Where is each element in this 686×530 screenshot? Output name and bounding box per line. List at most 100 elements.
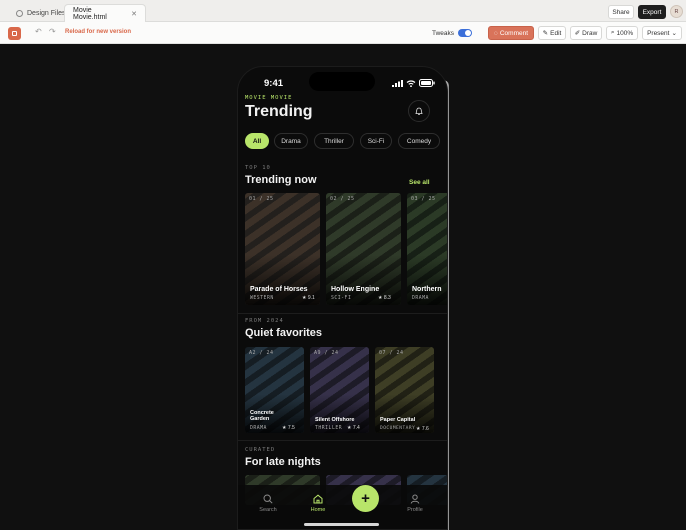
- card-title: Paper Capital: [380, 417, 416, 423]
- globe-icon: [16, 9, 23, 17]
- status-icons: [392, 79, 435, 87]
- section-divider: [238, 440, 447, 441]
- comment-button[interactable]: ◌ Comment: [488, 26, 534, 40]
- page-title: Trending: [245, 103, 313, 120]
- card-rank: 07 / 24: [379, 350, 404, 356]
- section-eyebrow: TOP 10: [245, 165, 271, 171]
- nav-label: Home: [310, 507, 326, 513]
- card-rank: 03 / 25: [411, 196, 436, 202]
- card-genre: THRILLER: [315, 426, 343, 431]
- search-icon: [263, 494, 273, 504]
- movie-card[interactable]: A9 / 24 Silent Offshore THRILLER ★ 7.4: [310, 347, 369, 433]
- card-rank: 01 / 25: [249, 196, 274, 202]
- card-title: Parade of Horses: [250, 286, 308, 293]
- chip-thriller[interactable]: Thriller: [314, 133, 354, 149]
- card-title: Concrete Garden: [250, 410, 274, 422]
- comment-icon: ◌: [493, 29, 498, 37]
- card-rating: ★ 9.1: [302, 295, 315, 301]
- notifications-button[interactable]: [408, 100, 430, 122]
- nav-home[interactable]: Home: [303, 494, 333, 513]
- section-title: Trending now: [245, 174, 317, 186]
- dynamic-island: [309, 72, 375, 91]
- phone-preview: 9:41 MOVIE MOVIE Trending All Drama Thri…: [237, 66, 448, 530]
- section-eyebrow: FROM 2024: [245, 318, 284, 324]
- nav-label: Profile: [407, 507, 423, 513]
- section-divider: [238, 313, 447, 314]
- card-rating: ★ 7.5: [282, 425, 295, 431]
- chip-scifi[interactable]: Sci-Fi: [360, 133, 392, 149]
- app-logo-button[interactable]: [8, 27, 21, 40]
- card-genre: DRAMA: [412, 296, 429, 301]
- zoom-button[interactable]: ⌕ 100%: [606, 26, 638, 40]
- chip-label: Thriller: [324, 137, 344, 145]
- card-genre: SCI-FI: [331, 296, 352, 301]
- chip-comedy[interactable]: Comedy: [398, 133, 440, 149]
- home-icon: [313, 494, 323, 504]
- card-genre: DOCUMENTARY: [380, 426, 416, 431]
- present-label: Present: [647, 29, 670, 37]
- logo-icon: [12, 31, 17, 36]
- battery-icon: [419, 79, 435, 87]
- chip-label: Drama: [281, 137, 301, 145]
- movie-card[interactable]: 01 / 25 Parade of Horses WESTERN ★ 9.1: [245, 193, 320, 305]
- draw-label: Draw: [582, 29, 598, 37]
- export-button[interactable]: Export: [638, 5, 666, 19]
- share-button[interactable]: Share: [608, 5, 634, 19]
- card-genre: DRAMA: [250, 426, 267, 431]
- bell-icon: [415, 107, 423, 115]
- zoom-icon: ⌕: [610, 29, 615, 36]
- tab-movie-movie[interactable]: Movie Movie.html ✕: [64, 4, 146, 22]
- undo-icon[interactable]: ↶: [35, 27, 42, 36]
- brand-label: MOVIE MOVIE: [245, 95, 293, 101]
- card-rating: ★ 7.6: [416, 426, 429, 432]
- browser-tab-bar: Design Files Movie Movie.html ✕: [0, 0, 686, 22]
- home-indicator: [304, 523, 379, 526]
- movie-card[interactable]: A2 / 24 Concrete Garden DRAMA ★ 7.5: [245, 347, 304, 433]
- zoom-label: 100%: [616, 29, 634, 37]
- card-rank: A9 / 24: [314, 350, 339, 356]
- see-all-link[interactable]: See all: [409, 179, 430, 186]
- section-eyebrow: CURATED: [245, 447, 276, 453]
- add-button[interactable]: +: [352, 485, 379, 512]
- share-label: Share: [612, 8, 630, 16]
- export-label: Export: [642, 8, 662, 16]
- card-title: Hollow Engine: [331, 286, 380, 293]
- card-genre: WESTERN: [250, 296, 274, 301]
- chip-drama[interactable]: Drama: [274, 133, 308, 149]
- draw-button[interactable]: ✐ Draw: [570, 26, 602, 40]
- edit-label: Edit: [550, 29, 562, 37]
- comment-label: Comment: [499, 29, 529, 37]
- redo-icon[interactable]: ↷: [49, 27, 56, 36]
- wifi-icon: [406, 79, 416, 87]
- nav-profile[interactable]: Profile: [400, 494, 430, 513]
- signal-icon: [392, 79, 403, 87]
- section-title: Quiet favorites: [245, 327, 323, 339]
- movie-card[interactable]: 07 / 24 Paper Capital DOCUMENTARY ★ 7.6: [375, 347, 434, 433]
- tweaks-toggle[interactable]: [458, 29, 472, 37]
- present-button[interactable]: Present ⌄: [642, 26, 682, 40]
- card-rating: ★ 7.4: [347, 425, 360, 431]
- card-rank: 02 / 25: [330, 196, 355, 202]
- movie-card[interactable]: 02 / 25 Hollow Engine SCI-FI ★ 8.3: [326, 193, 401, 305]
- chip-label: Comedy: [406, 137, 432, 145]
- chip-label: All: [252, 137, 262, 145]
- status-time: 9:41: [264, 78, 284, 89]
- user-avatar[interactable]: R: [670, 5, 683, 18]
- tweaks-label: Tweaks: [432, 30, 455, 37]
- chip-label: Sci-Fi: [367, 137, 385, 145]
- card-title: Northern: [412, 286, 442, 293]
- pencil-icon: ✎: [542, 30, 549, 37]
- chevron-down-icon: ⌄: [671, 30, 677, 37]
- section-title: For late nights: [245, 456, 321, 468]
- brush-icon: ✐: [574, 30, 581, 37]
- reload-link[interactable]: Reload for new version: [65, 29, 131, 35]
- tab-label: Movie Movie.html: [73, 6, 107, 21]
- card-title: Silent Offshore: [315, 417, 355, 423]
- movie-card[interactable]: 03 / 25 Northern DRAMA: [407, 193, 447, 305]
- close-tab-icon[interactable]: ✕: [131, 10, 137, 18]
- profile-icon: [410, 494, 420, 504]
- card-rank: A2 / 24: [249, 350, 274, 356]
- nav-search[interactable]: Search: [253, 494, 283, 513]
- chip-all[interactable]: All: [245, 133, 269, 149]
- edit-button[interactable]: ✎ Edit: [538, 26, 566, 40]
